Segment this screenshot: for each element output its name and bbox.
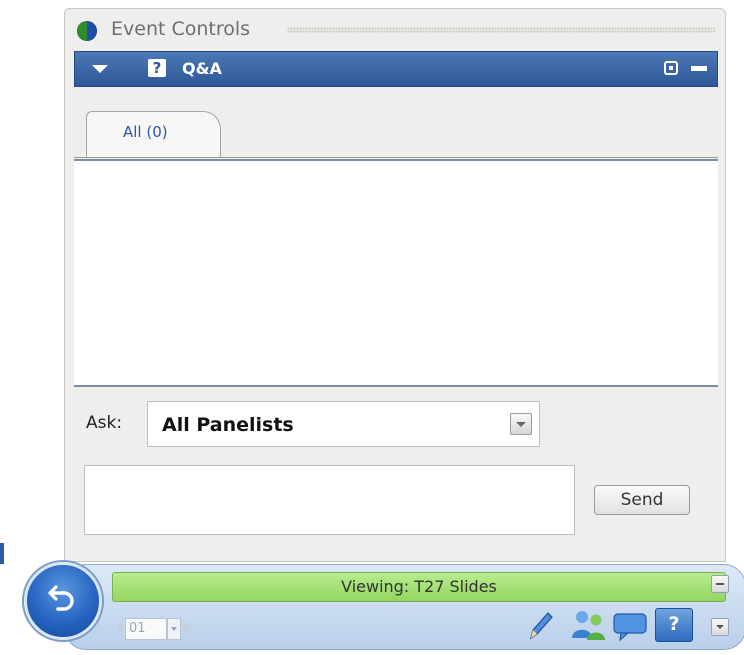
send-button[interactable]: Send bbox=[594, 485, 690, 515]
next-page-icon[interactable] bbox=[184, 622, 190, 634]
question-mark-icon: ? bbox=[148, 59, 166, 77]
tab-all[interactable]: All (0) bbox=[86, 111, 221, 158]
event-controls-window: Event Controls ? Q&A All (0) Ask: All Pa… bbox=[64, 8, 726, 562]
previous-page-icon[interactable] bbox=[116, 622, 122, 634]
chevron-down-icon[interactable] bbox=[510, 413, 532, 435]
qa-glyph: ? bbox=[668, 613, 680, 635]
qa-panel-header[interactable]: ? Q&A bbox=[74, 51, 718, 87]
page-number-field[interactable]: 01 bbox=[125, 618, 167, 640]
app-globe-icon bbox=[77, 21, 97, 41]
title-bar[interactable]: Event Controls bbox=[65, 9, 725, 49]
collapse-arrow-icon[interactable] bbox=[92, 65, 108, 73]
qa-icon[interactable]: ? bbox=[655, 608, 693, 642]
ask-selected-value: All Panelists bbox=[162, 414, 294, 436]
status-dropdown-button[interactable] bbox=[711, 618, 729, 636]
chat-icon[interactable] bbox=[611, 608, 647, 642]
window-title: Event Controls bbox=[111, 18, 251, 40]
status-bar: Viewing: T27 Slides 01 ? bbox=[4, 560, 744, 655]
panel-title: Q&A bbox=[182, 59, 222, 78]
pen-icon[interactable] bbox=[521, 608, 557, 642]
back-button[interactable] bbox=[24, 562, 102, 640]
tab-all-label: All (0) bbox=[123, 123, 168, 141]
tab-divider bbox=[74, 157, 718, 158]
popout-icon[interactable] bbox=[664, 61, 678, 75]
qa-tab-strip: All (0) bbox=[74, 87, 718, 159]
status-text: Viewing: T27 Slides bbox=[341, 577, 497, 596]
ask-recipient-select[interactable]: All Panelists bbox=[147, 401, 540, 447]
minimize-panel-icon[interactable] bbox=[691, 66, 707, 71]
status-field: Viewing: T27 Slides bbox=[112, 572, 726, 602]
question-input[interactable] bbox=[84, 465, 575, 535]
questions-list[interactable] bbox=[74, 159, 718, 387]
participants-icon[interactable] bbox=[569, 608, 605, 642]
drag-grip[interactable] bbox=[287, 27, 715, 33]
back-arrow-icon bbox=[48, 585, 74, 611]
page-dropdown-icon[interactable] bbox=[167, 618, 181, 640]
minimize-status-button[interactable] bbox=[711, 575, 729, 593]
ask-label: Ask: bbox=[86, 413, 123, 433]
